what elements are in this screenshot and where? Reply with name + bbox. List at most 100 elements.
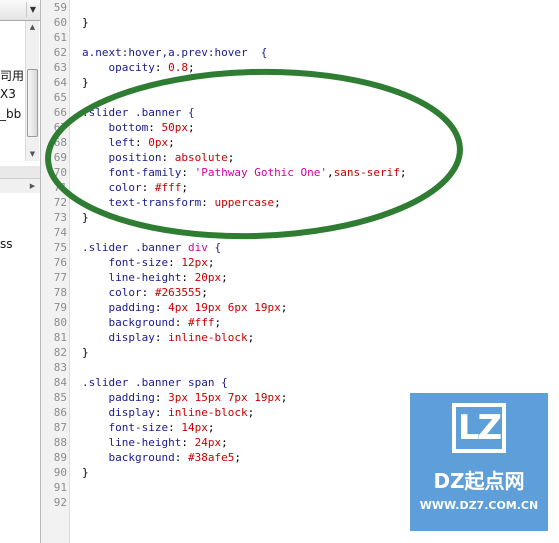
code-token: color [82, 286, 142, 299]
code-token: : [148, 121, 162, 134]
scroll-up-icon[interactable]: ▲ [27, 22, 38, 33]
code-token: ; [221, 436, 228, 449]
code-line[interactable]: color: #fff; [82, 180, 188, 195]
code-line[interactable]: a.next:hover,a.prev:hover { [82, 45, 267, 60]
line-number-gutter: 59 60 61 62 63 64 65 66 67 68 69 70 71 72 73 74 75 76 77 78… [41, 0, 70, 543]
code-token: ; [187, 61, 195, 74]
panel-item[interactable]: ss [0, 237, 24, 251]
code-token: padding [82, 301, 155, 314]
scroll-right-icon[interactable]: ▶ [27, 179, 38, 193]
code-token: font-size [82, 421, 169, 434]
code-token: line-height [82, 271, 182, 284]
code-line[interactable]: .slider .banner span { [82, 375, 228, 390]
code-token: 'Pathway Gothic One' [194, 166, 328, 179]
code-token: : [154, 331, 169, 344]
code-token: : [174, 451, 188, 464]
code-line[interactable]: text-transform: uppercase; [82, 195, 280, 210]
code-token: div [187, 241, 208, 254]
code-line[interactable]: color: #263555; [82, 285, 207, 300]
code-line[interactable]: } [82, 15, 89, 30]
line-number: 69 [53, 151, 67, 164]
code-token: : [141, 181, 155, 194]
code-line[interactable]: padding: 3px 15px 7px 19px; [82, 390, 287, 405]
line-number: 92 [53, 496, 67, 509]
line-number: 81 [53, 331, 67, 344]
line-number: 87 [53, 421, 67, 434]
code-token: .slider .banner span { [82, 376, 228, 389]
code-token: position [82, 151, 162, 164]
code-token: : [154, 406, 169, 419]
code-line[interactable]: font-size: 14px; [82, 420, 214, 435]
code-line[interactable]: background: #fff; [82, 315, 221, 330]
line-number: 84 [53, 376, 67, 389]
code-line[interactable]: line-height: 20px; [82, 270, 228, 285]
code-line[interactable]: } [82, 210, 89, 225]
chevron-down-icon[interactable]: ▼ [26, 2, 39, 17]
tree-item[interactable]: _bb [0, 107, 24, 121]
tree-vertical-scrollbar[interactable]: ▲ ▼ [25, 21, 39, 161]
line-number: 82 [53, 346, 67, 359]
code-token: 3px 15px 7px 19px [168, 391, 281, 404]
code-token: a.next:hover,a.prev:hover { [82, 46, 268, 59]
tree-item[interactable]: X3 [0, 87, 24, 101]
code-line[interactable]: } [82, 345, 89, 360]
code-token: ; [247, 406, 255, 419]
code-token: uppercase [214, 196, 275, 209]
scroll-down-icon[interactable]: ▼ [27, 149, 38, 160]
code-line[interactable]: position: absolute; [82, 150, 234, 165]
code-token: background [82, 316, 175, 329]
code-line[interactable]: .slider .banner div { [82, 240, 221, 255]
line-number: 75 [53, 241, 67, 254]
code-token: : [141, 286, 155, 299]
code-line[interactable]: background: #38afe5; [82, 450, 240, 465]
line-number: 65 [53, 91, 67, 104]
panel-divider [0, 166, 40, 178]
code-token: : [168, 421, 182, 434]
code-token: : [154, 61, 169, 74]
line-number: 90 [53, 466, 67, 479]
code-line[interactable]: opacity: 0.8; [82, 60, 195, 75]
code-token: 14px [181, 421, 208, 434]
code-token: text-transform [82, 196, 202, 209]
code-token: padding [82, 391, 155, 404]
code-token: ; [221, 271, 228, 284]
code-token: ; [399, 166, 407, 179]
line-number: 67 [53, 121, 67, 134]
code-token: ; [181, 181, 188, 194]
line-number: 77 [53, 271, 67, 284]
code-token: 0px [148, 136, 169, 149]
code-token: #fff [187, 316, 215, 329]
scrollbar-thumb[interactable] [27, 69, 38, 137]
code-line[interactable]: } [82, 465, 89, 480]
code-token: 20px [194, 271, 222, 284]
code-token: bottom [82, 121, 149, 134]
code-line[interactable]: line-height: 24px; [82, 435, 228, 450]
code-token: background [82, 451, 175, 464]
code-line[interactable]: .slider .banner { [82, 105, 195, 120]
code-token: inline-block [168, 406, 248, 419]
code-line[interactable]: padding: 4px 19px 6px 19px; [82, 300, 287, 315]
line-number: 61 [53, 31, 67, 44]
code-token: { [207, 241, 222, 254]
code-line[interactable]: bottom: 50px; [82, 120, 194, 135]
code-token: : [181, 436, 195, 449]
code-token: 12px [181, 256, 208, 269]
code-token: 4px 19px 6px 19px [168, 301, 281, 314]
code-line[interactable]: left: 0px; [82, 135, 174, 150]
code-token: ; [247, 331, 255, 344]
line-number: 68 [53, 136, 67, 149]
code-token: } [82, 76, 89, 89]
code-line[interactable]: font-family: 'Pathway Gothic One',sans-s… [82, 165, 407, 180]
line-number: 73 [53, 211, 67, 224]
line-number: 76 [53, 256, 67, 269]
tree-item[interactable]: 司用相 [0, 67, 24, 84]
code-line[interactable]: } [82, 75, 89, 90]
code-token: #fff [154, 181, 182, 194]
code-line[interactable]: display: inline-block; [82, 405, 254, 420]
code-token: line-height [82, 436, 182, 449]
code-line[interactable]: font-size: 12px; [82, 255, 214, 270]
tree-horizontal-scrollbar[interactable]: ▶ [0, 178, 40, 194]
code-line[interactable]: display: inline-block; [82, 330, 254, 345]
code-token: font-family [82, 166, 182, 179]
line-number: 91 [53, 481, 67, 494]
